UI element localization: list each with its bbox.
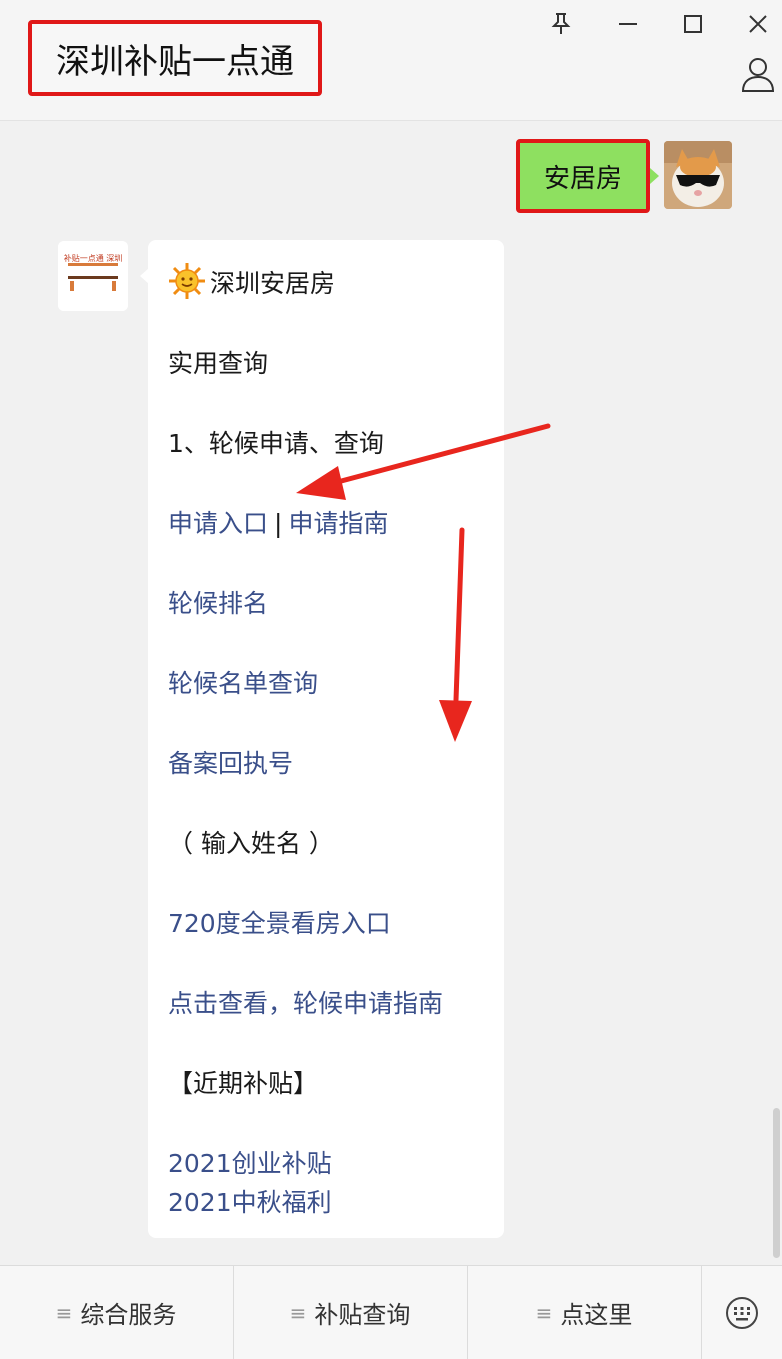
menu-list-icon: ≡ xyxy=(535,1300,553,1325)
arrow-down-list xyxy=(439,527,472,742)
menu-label: 综合服务 xyxy=(80,1301,177,1329)
arrow-to-apply-entry xyxy=(296,423,551,500)
chat-scrollbar[interactable] xyxy=(773,1108,780,1258)
menu-subsidy-query[interactable]: ≡ 补贴查询 xyxy=(234,1266,466,1359)
menu-list-icon: ≡ xyxy=(55,1300,73,1325)
menu-label: 补贴查询 xyxy=(314,1301,411,1329)
menu-click-here[interactable]: ≡ 点这里 xyxy=(468,1266,700,1359)
annotation-arrows xyxy=(296,423,551,742)
menu-list-icon: ≡ xyxy=(289,1300,307,1325)
bottom-menu-bar: ≡ 综合服务 ≡ 补贴查询 ≡ 点这里 xyxy=(0,1265,782,1359)
menu-comprehensive-services[interactable]: ≡ 综合服务 xyxy=(0,1266,232,1359)
keyboard-toggle-icon[interactable] xyxy=(702,1266,782,1359)
menu-label: 点这里 xyxy=(560,1301,633,1329)
